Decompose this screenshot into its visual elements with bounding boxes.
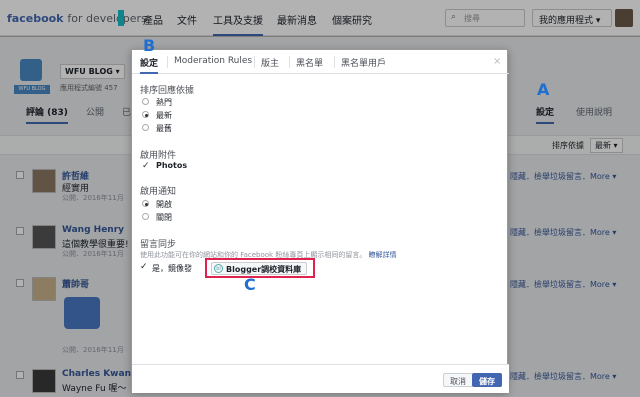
annotation-marker-c: C — [244, 275, 256, 294]
option-label: Photos — [156, 161, 188, 170]
option-label: 最新 — [156, 111, 172, 120]
notifications-section-title: 啟用通知 — [140, 187, 177, 197]
cancel-button[interactable]: 取消 — [443, 373, 473, 387]
checkmark-icon[interactable]: ✓ — [142, 161, 150, 171]
option-label: 開啟 — [156, 200, 172, 209]
dialog-tab-blacklist[interactable]: 黑名單 — [296, 56, 323, 69]
radio-button[interactable] — [142, 124, 149, 131]
radio-button[interactable] — [142, 98, 149, 105]
annotation-marker-a: A — [537, 80, 550, 99]
sync-section-title: 留言同步 — [140, 240, 177, 250]
close-icon[interactable]: × — [493, 56, 501, 67]
learn-more-link[interactable]: 瞭解詳情 — [369, 251, 397, 259]
annotation-marker-b: B — [143, 36, 156, 55]
tab-divider — [289, 56, 290, 68]
dialog-tab-blacklisted-users[interactable]: 黑名單用戶 — [341, 56, 386, 69]
dialog-tab-moderation-rules[interactable]: Moderation Rules — [174, 56, 252, 66]
option-label: 最舊 — [156, 124, 172, 133]
option-label: 關閉 — [156, 213, 172, 222]
page-icon: bl — [214, 264, 223, 273]
page-chip[interactable]: bl Blogger調校資料庫 — [211, 262, 307, 275]
tab-divider — [167, 56, 168, 68]
radio-button[interactable] — [142, 213, 149, 220]
checkmark-icon[interactable]: ✓ — [140, 262, 148, 272]
highlighted-page-chip: bl Blogger調校資料庫 — [205, 258, 315, 278]
option-label: 熱門 — [156, 98, 172, 107]
sync-option-label: 是，鏡像發 — [152, 264, 192, 273]
radio-button[interactable] — [142, 200, 149, 207]
attachments-section-title: 啟用附件 — [140, 151, 177, 161]
sort-section-title: 排序回應依據 — [140, 86, 195, 96]
save-button[interactable]: 儲存 — [472, 373, 502, 387]
comment-settings-dialog: 設定 Moderation Rules 版主 黑名單 黑名單用戶 × B 排序回… — [131, 36, 509, 393]
page-chip-label: Blogger調校資料庫 — [226, 265, 302, 274]
dialog-footer: 取消 儲存 — [132, 364, 509, 393]
dialog-tabs: 設定 Moderation Rules 版主 黑名單 黑名單用戶 × — [132, 50, 509, 74]
radio-button[interactable] — [142, 111, 149, 118]
tab-divider — [334, 56, 335, 68]
tab-divider — [254, 56, 255, 68]
dialog-tab-moderators[interactable]: 版主 — [261, 56, 279, 69]
